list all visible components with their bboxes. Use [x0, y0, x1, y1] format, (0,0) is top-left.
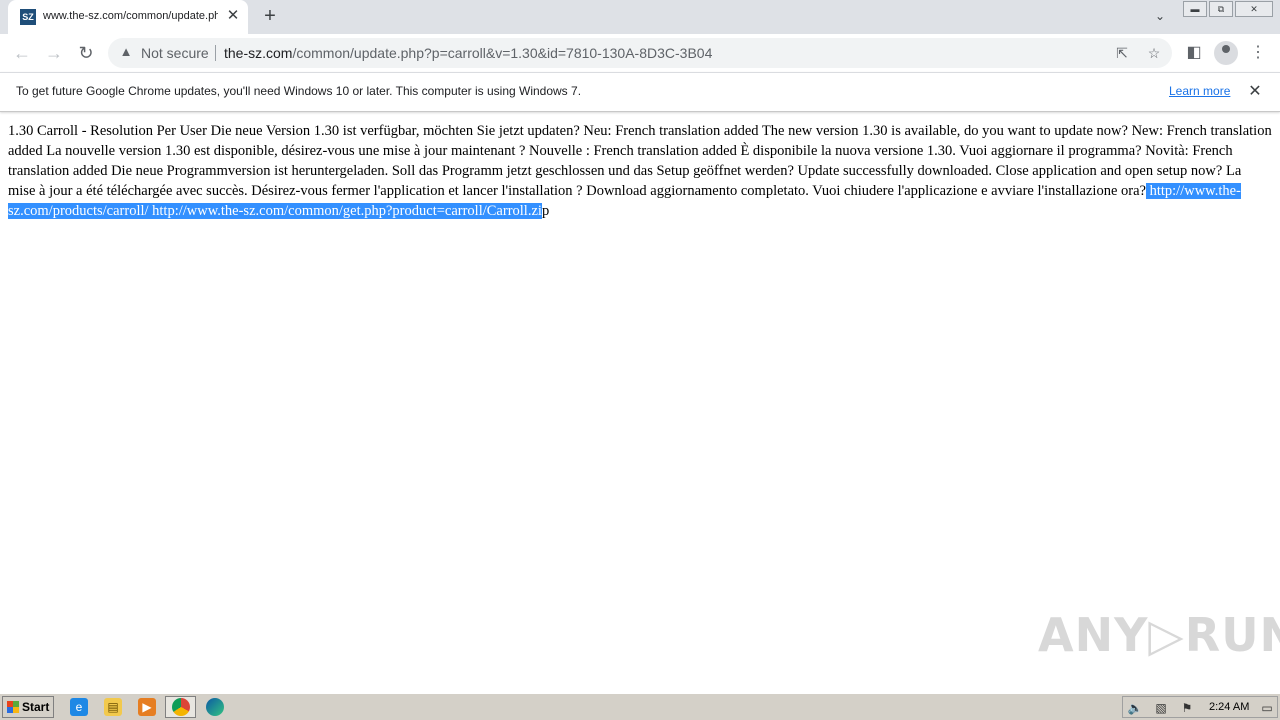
learn-more-link[interactable]: Learn more	[1169, 84, 1230, 98]
flag-icon[interactable]: ⚑	[1179, 700, 1195, 716]
url-host: the-sz.com	[224, 45, 293, 61]
site-favicon-icon: SZ	[20, 9, 36, 25]
not-secure-label[interactable]: Not secure	[141, 45, 209, 61]
tab-title: www.the-sz.com/common/update.php	[43, 10, 218, 22]
edge-icon[interactable]	[206, 698, 224, 716]
profile-icon[interactable]	[1214, 41, 1238, 65]
volume-icon[interactable]: 🔈	[1127, 700, 1143, 716]
back-icon[interactable]: ←	[11, 42, 33, 64]
star-icon[interactable]: ☆	[1145, 44, 1163, 62]
minimize-icon[interactable]: ▬	[1183, 1, 1207, 17]
warning-icon[interactable]: ▲	[118, 44, 134, 60]
show-desktop-icon[interactable]: ▭	[1259, 700, 1275, 716]
browser-toolbar: ← → ↻ ▲ Not secure the-sz.com/common/upd…	[0, 34, 1280, 72]
restore-icon[interactable]: ⧉	[1209, 1, 1233, 17]
infobar-close-icon[interactable]: ✕	[1246, 83, 1264, 101]
menu-icon[interactable]: ⋮	[1247, 42, 1269, 64]
page-text: 1.30 Carroll - Resolution Per User Die n…	[8, 123, 1272, 199]
infobar-message: To get future Google Chrome updates, you…	[16, 84, 582, 98]
url-text[interactable]: the-sz.com/common/update.php?p=carroll&v…	[224, 45, 712, 61]
chrome-icon[interactable]	[172, 698, 190, 716]
side-panel-icon[interactable]: ◧	[1183, 42, 1205, 64]
address-bar[interactable]: ▲ Not secure the-sz.com/common/update.ph…	[108, 38, 1172, 68]
taskbar: Start e ▤ ▶ 🔈 ▧ ⚑ 2:24 AM ▭	[0, 693, 1280, 720]
system-tray: 🔈 ▧ ⚑ 2:24 AM ▭	[1122, 696, 1278, 718]
page-content: 1.30 Carroll - Resolution Per User Die n…	[8, 121, 1272, 221]
media-player-icon[interactable]: ▶	[138, 698, 156, 716]
new-tab-button[interactable]: +	[260, 6, 280, 26]
clock[interactable]: 2:24 AM	[1209, 701, 1249, 713]
start-button[interactable]: Start	[2, 696, 54, 718]
tab-search-icon[interactable]: ⌄	[1152, 9, 1168, 25]
tab-strip: SZ www.the-sz.com/common/update.php ✕ + …	[0, 0, 1280, 34]
update-infobar: To get future Google Chrome updates, you…	[0, 72, 1280, 112]
anyrun-watermark-logo: ANY▷RUN	[1038, 608, 1280, 662]
forward-icon[interactable]: →	[43, 42, 65, 64]
explorer-icon[interactable]: ▤	[104, 698, 122, 716]
close-icon[interactable]: ✕	[1235, 1, 1273, 17]
omnibox-divider	[215, 45, 216, 61]
url-path: /common/update.php?p=carroll&v=1.30&id=7…	[292, 45, 713, 61]
network-icon[interactable]: ▧	[1153, 700, 1169, 716]
share-icon[interactable]: ⇱	[1113, 44, 1131, 62]
page-text-tail: p	[541, 203, 550, 219]
browser-tab[interactable]: SZ www.the-sz.com/common/update.php ✕	[8, 0, 248, 34]
reload-icon[interactable]: ↻	[75, 42, 97, 64]
tab-close-icon[interactable]: ✕	[225, 8, 241, 24]
internet-explorer-icon[interactable]: e	[70, 698, 88, 716]
windows-logo-icon	[7, 701, 19, 713]
start-label: Start	[22, 700, 50, 714]
